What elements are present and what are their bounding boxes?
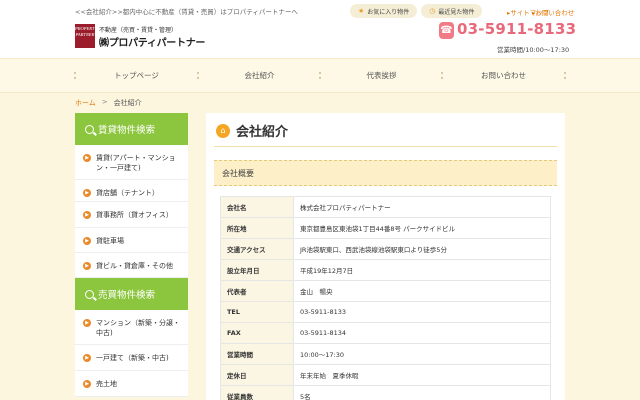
sidebar-item-rent-office[interactable]: ▶ 貸事務所（貸オフィス） [75,202,188,228]
table-row: TEL 03-5911-8133 [220,301,551,323]
recent-button[interactable]: ◷ 最近見た物件 [421,4,483,18]
nav-separator [564,72,566,80]
sidebar-item-rent-store[interactable]: ▶ 貸店舗（テナント） [75,180,188,202]
sidebar-item-rent-residential[interactable]: ▶ 賃貸(アパート・マンション・一戸建て) [75,145,188,180]
title-divider [214,146,557,147]
recent-label: 最近見た物件 [438,8,475,16]
arrow-icon: ▶ [83,154,91,162]
sidebar-item-sale-house[interactable]: ▶ 一戸建て（新築・中古) [75,345,188,371]
arrow-icon: ▶ [83,319,91,327]
arrow-icon: ▶ [83,380,91,388]
sidebar-item-sale-mansion[interactable]: ▶ マンション（新築・分譲・中古) [75,310,188,345]
section-heading: 会社概要 [214,160,557,186]
arrow-icon: ▶ [83,262,91,270]
company-info-table: 会社名 株式会社プロパティパートナー 所在地 東京都豊島区東池袋1丁目44番8号 パ… [220,196,551,400]
search-icon [85,124,94,134]
nav-item-top[interactable]: トップページ [75,59,198,92]
table-row: 営業時間 10:00～17:30 [220,343,551,365]
table-row: 従業員数 5名 [220,385,551,400]
logo-name[interactable]: ㈱プロパティパートナー [99,34,205,49]
table-row: 交通アクセス JR池袋駅東口、西武池袋線池袋駅東口より徒歩5分 [220,238,551,260]
table-row: 所在地 東京都豊島区東池袋1丁目44番8号 パークサイドビル [220,217,551,239]
table-row: 設立年月日 平成19年12月7日 [220,259,551,281]
sale-search-heading: 売買物件検索 [75,278,188,310]
sidebar: 賃貸物件検索 ▶ 賃貸(アパート・マンション・一戸建て) ▶ 貸店舗（テナント）… [75,113,188,397]
phone-icon: ☎ [439,22,454,39]
sidebar-item-rent-other[interactable]: ▶ 貸ビル・貸倉庫・その他 [75,253,188,278]
header-contact-link[interactable]: ▸お問い合わせ [532,7,574,17]
table-row: FAX 03-5911-8134 [220,322,551,344]
nav-item-company[interactable]: 会社紹介 [198,59,321,92]
clock-icon: ◷ [429,7,436,15]
phone-number[interactable]: 03-5911-8133 [457,20,576,38]
business-hours: 営業時間/10:00～17:30 [497,46,570,54]
search-icon [85,289,94,299]
breadcrumb-current: 会社紹介 [113,99,142,107]
sidebar-item-sale-land[interactable]: ▶ 売土地 [75,371,188,397]
header-tagline: <<会社紹介>>都内中心に不動産（賃貸・売買）はプロパティパートナーへ [75,8,298,16]
nav-item-greeting[interactable]: 代表挨拶 [320,59,443,92]
arrow-icon: ▶ [83,237,91,245]
logo-subtitle: 不動産（売買・賃貸・管理） [99,27,178,34]
favorites-button[interactable]: ★ お気に入り物件 [350,4,418,18]
company-logo[interactable]: PROPERTY PARTNER [75,24,97,48]
page-title-text: 会社紹介 [236,125,289,140]
arrow-icon: ▶ [83,211,91,219]
site-header: <<会社紹介>>都内中心に不動産（賃貸・売買）はプロパティパートナーへ PROP… [0,0,640,58]
table-row: 代表者 金山 暢央 [220,280,551,302]
breadcrumb-home[interactable]: ホーム [75,98,96,108]
star-icon: ★ [358,7,365,15]
table-row: 会社名 株式会社プロパティパートナー [220,196,551,218]
arrow-icon: ▶ [83,189,91,197]
sidebar-item-rent-parking[interactable]: ▶ 貸駐車場 [75,228,188,253]
home-icon: ⌂ [216,123,230,138]
arrow-icon: ▶ [83,354,91,362]
favorites-label: お気に入り物件 [367,8,410,16]
main-content: ⌂ 会社紹介 会社概要 会社名 株式会社プロパティパートナー 所在地 東京都豊島区東… [206,113,565,400]
main-nav: トップページ 会社紹介 代表挨拶 お問い合わせ [0,58,640,93]
nav-item-contact[interactable]: お問い合わせ [442,59,565,92]
breadcrumb-arrow: > [101,98,108,106]
table-row: 定休日 年末年始 夏季休暇 [220,364,551,386]
rent-search-heading: 賃貸物件検索 [75,113,188,145]
page-title: ⌂ 会社紹介 [216,121,288,140]
breadcrumb: ホーム > 会社紹介 [75,98,142,108]
